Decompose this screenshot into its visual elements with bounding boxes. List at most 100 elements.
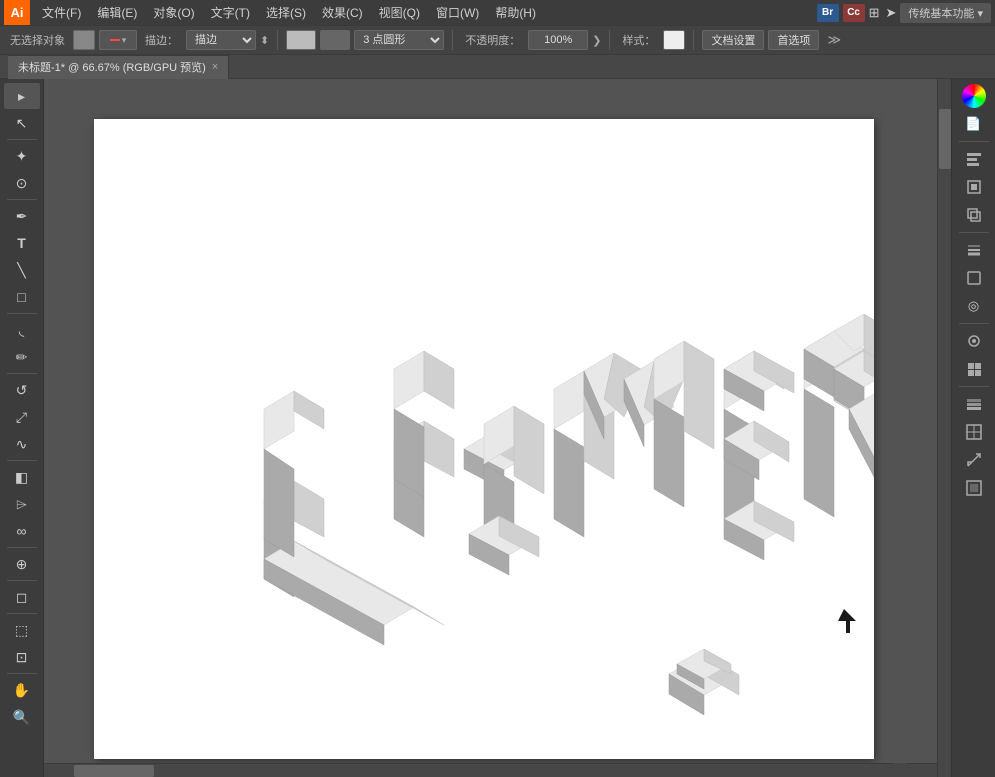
appearance-icon bbox=[964, 268, 984, 288]
selection-tool-btn[interactable]: ▸ bbox=[4, 83, 40, 109]
tool-sep-9 bbox=[7, 673, 37, 674]
resize-icon bbox=[964, 450, 984, 470]
menu-view[interactable]: 视图(Q) bbox=[371, 2, 428, 23]
scroll-corner bbox=[893, 763, 907, 777]
layers-icon bbox=[964, 394, 984, 414]
shape-swatch-2[interactable] bbox=[320, 30, 350, 50]
color-panel-btn[interactable] bbox=[956, 83, 992, 109]
pathfinder-icon bbox=[964, 205, 984, 225]
symbols-icon bbox=[964, 331, 984, 351]
artboards-btn[interactable] bbox=[956, 419, 992, 445]
menu-select[interactable]: 选择(S) bbox=[258, 2, 314, 23]
align-icon bbox=[964, 149, 984, 169]
links-btn[interactable] bbox=[956, 475, 992, 501]
tool-sep-6 bbox=[7, 547, 37, 548]
rotate-btn[interactable]: ↺ bbox=[4, 377, 40, 403]
layers-btn[interactable]: 📄 bbox=[956, 111, 992, 137]
tradition-btn[interactable]: 传统基本功能 ▾ bbox=[900, 3, 991, 23]
brushes-icon bbox=[964, 359, 984, 379]
zoom-btn[interactable]: 🔍 bbox=[4, 704, 40, 730]
toolbar-divider-3 bbox=[609, 30, 610, 50]
toolbar: 无选择对象 ▾ 描边： 描边 ⬍ 3 点圆形 不透明度： ❯ 样式： 文档设置 … bbox=[0, 25, 995, 55]
fill-swatch[interactable] bbox=[73, 30, 95, 50]
right-sep-3 bbox=[959, 323, 989, 324]
menu-type[interactable]: 文字(T) bbox=[203, 2, 258, 23]
menu-window[interactable]: 窗口(W) bbox=[428, 2, 487, 23]
menu-bar: Ai 文件(F) 编辑(E) 对象(O) 文字(T) 选择(S) 效果(C) 视… bbox=[0, 0, 995, 25]
align-btn[interactable] bbox=[956, 146, 992, 172]
pathfinder-btn[interactable] bbox=[956, 202, 992, 228]
menu-object[interactable]: 对象(O) bbox=[145, 2, 202, 23]
menu-icons: ⊞ ➤ bbox=[869, 5, 897, 21]
pen-btn[interactable]: ✒ bbox=[4, 203, 40, 229]
chart-btn[interactable]: ⬚ bbox=[4, 617, 40, 643]
stroke-chevron: ▾ bbox=[122, 35, 127, 46]
cc-badge[interactable]: Cc bbox=[843, 4, 865, 22]
resize-btn[interactable] bbox=[956, 447, 992, 473]
menu-effect[interactable]: 效果(C) bbox=[314, 2, 371, 23]
hand-btn[interactable]: ✋ bbox=[4, 677, 40, 703]
vertical-scrollbar[interactable] bbox=[937, 79, 951, 777]
menu-help[interactable]: 帮助(H) bbox=[487, 2, 544, 23]
direct-select-btn[interactable]: ↖ bbox=[4, 110, 40, 136]
stroke-panel-btn[interactable] bbox=[956, 237, 992, 263]
no-select-label: 无选择对象 bbox=[6, 32, 69, 48]
menu-file[interactable]: 文件(F) bbox=[34, 2, 89, 23]
document-tab[interactable]: 未标题-1* @ 66.67% (RGB/GPU 预览) × bbox=[8, 55, 229, 79]
brushes-btn[interactable] bbox=[956, 356, 992, 382]
layers-panel-btn[interactable] bbox=[956, 391, 992, 417]
preferences-btn[interactable]: 首选项 bbox=[768, 30, 819, 50]
stroke-icon bbox=[110, 39, 120, 41]
appearance-btn[interactable] bbox=[956, 265, 992, 291]
tool-sep-4 bbox=[7, 373, 37, 374]
grid-icon: ⊞ bbox=[869, 5, 880, 21]
shape-swatch-1[interactable] bbox=[286, 30, 316, 50]
bridge-badge[interactable]: Br bbox=[817, 4, 839, 22]
slice-btn[interactable]: ⊕ bbox=[4, 551, 40, 577]
toolbar-divider-2 bbox=[452, 30, 453, 50]
scroll-thumb-horizontal[interactable] bbox=[74, 765, 154, 777]
tool-sep-3 bbox=[7, 313, 37, 314]
pencil-btn[interactable]: ✏ bbox=[4, 344, 40, 370]
magic-wand-btn[interactable]: ✦ bbox=[4, 143, 40, 169]
chart2-btn[interactable]: ⊡ bbox=[4, 644, 40, 670]
eraser-btn[interactable]: ◻ bbox=[4, 584, 40, 610]
horizontal-scrollbar[interactable] bbox=[44, 763, 937, 777]
menu-edit[interactable]: 编辑(E) bbox=[89, 2, 145, 23]
artboard: .top-face { fill: #e8e8e8; stroke: #ccc;… bbox=[94, 119, 874, 759]
type-btn[interactable]: T bbox=[4, 230, 40, 256]
tab-close-btn[interactable]: × bbox=[212, 61, 218, 73]
doc-settings-btn[interactable]: 文档设置 bbox=[702, 30, 764, 50]
toolbar-divider-4 bbox=[693, 30, 694, 50]
rect-btn[interactable]: □ bbox=[4, 284, 40, 310]
opacity-input[interactable] bbox=[528, 30, 588, 50]
tool-sep-1 bbox=[7, 139, 37, 140]
canvas-area[interactable]: .top-face { fill: #e8e8e8; stroke: #ccc;… bbox=[44, 79, 951, 777]
toolbar-more-icon[interactable]: ≫ bbox=[827, 32, 841, 48]
tab-title: 未标题-1* @ 66.67% (RGB/GPU 预览) bbox=[18, 59, 206, 75]
stroke-width-arrows: ⬍ bbox=[260, 34, 269, 47]
blend-btn[interactable]: ∞ bbox=[4, 518, 40, 544]
app-logo: Ai bbox=[4, 0, 30, 25]
graphic-styles-btn[interactable]: ◎ bbox=[956, 293, 992, 319]
gradient-btn[interactable]: ◧ bbox=[4, 464, 40, 490]
eyedropper-btn[interactable]: ⌲ bbox=[4, 491, 40, 517]
opacity-label: 不透明度： bbox=[461, 32, 524, 48]
lasso-btn[interactable]: ⊙ bbox=[4, 170, 40, 196]
toolbar-divider-1 bbox=[277, 30, 278, 50]
right-sep-4 bbox=[959, 386, 989, 387]
stroke-swatch[interactable]: ▾ bbox=[99, 30, 137, 50]
stroke-select[interactable]: 描边 bbox=[186, 30, 256, 50]
scale-btn[interactable]: ⤢ bbox=[4, 404, 40, 430]
warp-btn[interactable]: ∿ bbox=[4, 431, 40, 457]
brush-btn[interactable]: ◟ bbox=[4, 317, 40, 343]
links-icon bbox=[964, 478, 984, 498]
scroll-thumb-vertical[interactable] bbox=[939, 109, 951, 169]
tool-sep-7 bbox=[7, 580, 37, 581]
symbols-btn[interactable] bbox=[956, 328, 992, 354]
line-btn[interactable]: ╲ bbox=[4, 257, 40, 283]
point-shape-select[interactable]: 3 点圆形 bbox=[354, 30, 444, 50]
transform-btn[interactable] bbox=[956, 174, 992, 200]
right-sep-2 bbox=[959, 232, 989, 233]
style-swatch[interactable] bbox=[663, 30, 685, 50]
